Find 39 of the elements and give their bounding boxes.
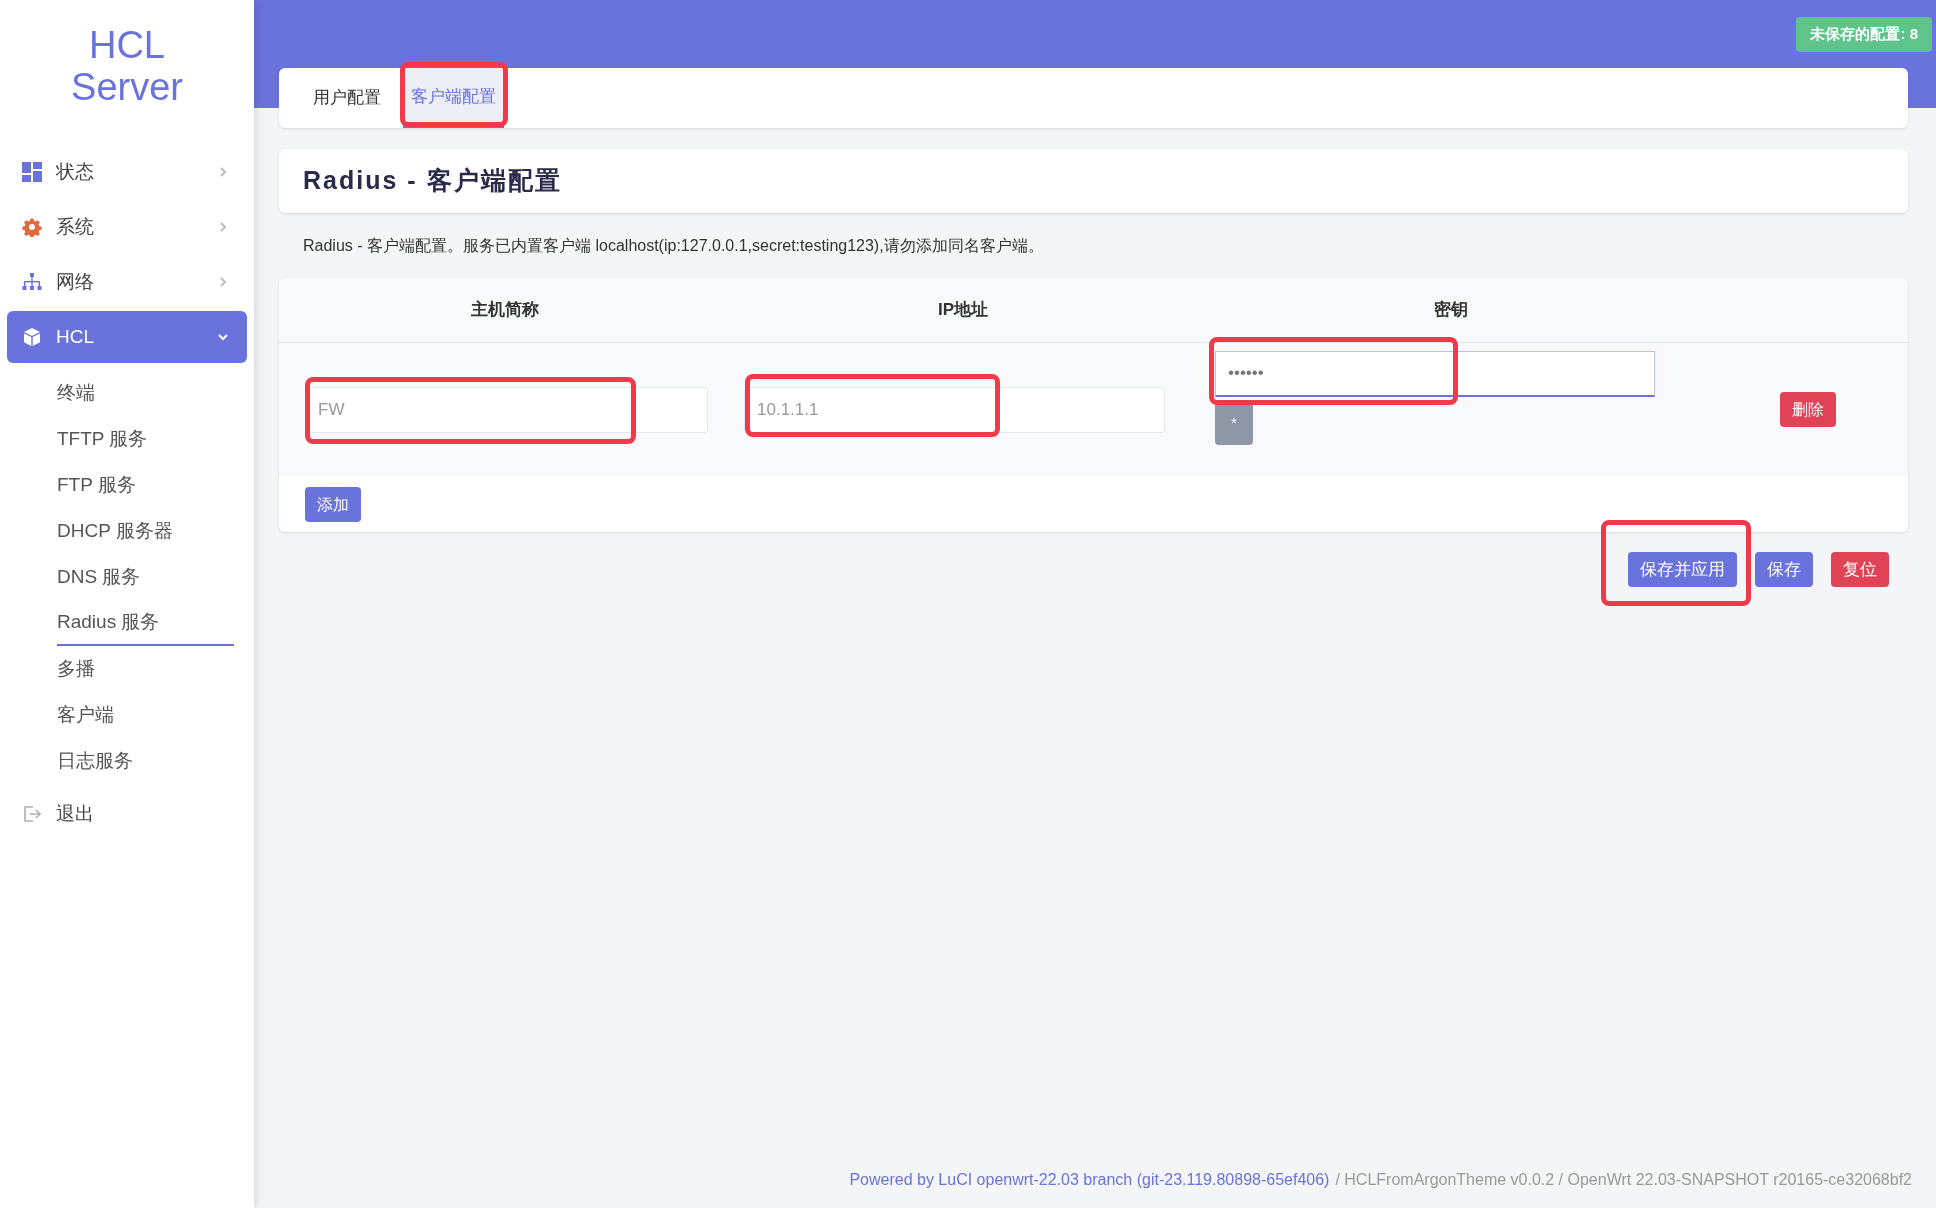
sidebar-subitem[interactable]: Radius 服务 (57, 600, 234, 646)
sidebar-subitem[interactable]: 多播 (57, 646, 234, 692)
dashboard-icon (22, 162, 42, 182)
sidebar-subitem[interactable]: DNS 服务 (57, 554, 234, 600)
action-button[interactable]: 保存 (1755, 552, 1813, 587)
secret-input[interactable]: •••••• (1215, 350, 1655, 397)
description-text: Radius - 客户端配置。服务已内置客户端 localhost(ip:127.0.0.1,secret:testing123),请勿添加同名客户端。 (302, 235, 1045, 256)
cube-icon (22, 327, 42, 347)
sidebar-item[interactable]: 系统 (7, 201, 247, 253)
delete-button[interactable]: 删除 (1779, 392, 1836, 427)
logout-icon (22, 804, 42, 824)
logo-text: HCL Server (70, 23, 184, 110)
gear-icon (22, 217, 42, 237)
footer-link[interactable]: Powered by LuCI openwrt-22.03 branch (git-23.119.80898-65ef406) (849, 1168, 1330, 1192)
network-icon (22, 272, 42, 292)
sidebar-subitem[interactable]: FTP 服务 (57, 462, 234, 508)
sidebar-item[interactable]: 退出 (7, 788, 247, 840)
column-header: IP地址 (936, 299, 990, 322)
sidebar-subitem[interactable]: 日志服务 (57, 738, 234, 784)
tab[interactable]: 用户配置 (305, 68, 389, 128)
chevron-right-icon (217, 221, 229, 233)
footer-text: / HCLFromArgonTheme v0.0.2 / OpenWrt 22.03-SNAPSHOT r20165-ce32068bf2 (1335, 1170, 1912, 1190)
column-header: 密钥 (1433, 299, 1469, 322)
page-title: Radius - 客户端配置 (303, 165, 562, 197)
action-button[interactable]: 保存并应用 (1628, 552, 1737, 587)
sidebar-subitem[interactable]: TFTP 服务 (57, 416, 234, 462)
add-button[interactable]: 添加 (305, 487, 361, 522)
sidebar-item[interactable]: 状态 (7, 146, 247, 198)
action-button[interactable]: 复位 (1831, 552, 1889, 587)
chevron-right-icon (217, 166, 229, 178)
sidebar-subitem[interactable]: 客户端 (57, 692, 234, 738)
sidebar-item[interactable]: 网络 (7, 256, 247, 308)
column-header: 主机简称 (470, 299, 540, 322)
sidebar-subitem[interactable]: 终端 (57, 370, 234, 416)
chevron-right-icon (217, 276, 229, 288)
sidebar-item[interactable]: HCL (7, 311, 247, 363)
chevron-down-icon (217, 331, 229, 343)
sidebar-subitem[interactable]: DHCP 服务器 (57, 508, 234, 554)
ip-input[interactable]: 10.1.1.1 (744, 386, 1165, 433)
